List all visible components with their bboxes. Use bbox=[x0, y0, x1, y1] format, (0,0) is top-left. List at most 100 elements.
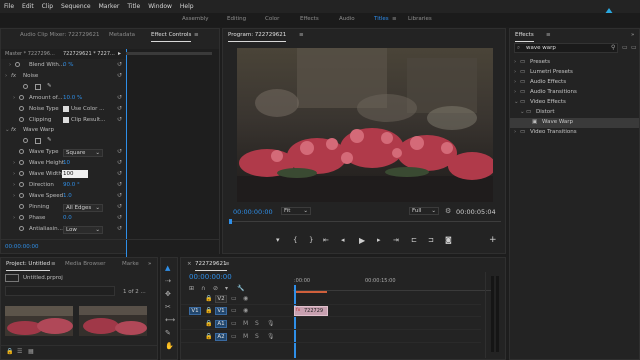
razor-tool-icon[interactable]: ✂ bbox=[165, 303, 171, 311]
fx-icon[interactable]: fx bbox=[11, 73, 16, 79]
pen-icon[interactable]: ✎ bbox=[47, 83, 52, 89]
panel-menu-icon[interactable]: ≡ bbox=[194, 29, 199, 41]
lock-icon[interactable]: 🔒 bbox=[205, 307, 212, 314]
button-editor-icon[interactable]: + bbox=[489, 235, 497, 245]
nest-icon[interactable]: ⊞ bbox=[189, 285, 194, 292]
pen-tool-icon[interactable]: ✎ bbox=[165, 329, 171, 337]
add-marker-icon[interactable]: ▾ bbox=[276, 236, 280, 244]
amount-value[interactable]: 10.0 % bbox=[63, 95, 82, 101]
tab-media-browser[interactable]: Media Browser bbox=[65, 258, 106, 270]
track-target-a1[interactable]: A1 bbox=[215, 320, 227, 328]
search-magnifier-icon[interactable]: ⚲ bbox=[611, 44, 615, 51]
video-clip[interactable]: fx 722729 bbox=[294, 306, 328, 316]
list-view-icon[interactable]: ☰ bbox=[17, 348, 22, 355]
workspace-color[interactable]: Color bbox=[265, 16, 279, 22]
extract-icon[interactable]: ⊐ bbox=[428, 236, 434, 244]
stopwatch-icon[interactable] bbox=[19, 160, 24, 166]
rect-mask-icon[interactable] bbox=[35, 84, 41, 90]
project-search-input[interactable] bbox=[5, 286, 115, 296]
tree-item-audio-transitions[interactable]: › ▭ Audio Transitions bbox=[510, 88, 639, 98]
wave-type-dropdown[interactable]: Square ⌄ bbox=[63, 149, 103, 157]
panel-menu-icon[interactable]: ≡ bbox=[546, 29, 551, 41]
program-scrub-bar[interactable] bbox=[229, 221, 501, 222]
stopwatch-icon[interactable] bbox=[19, 95, 24, 101]
checkbox-icon[interactable] bbox=[63, 117, 69, 123]
checkbox-icon[interactable] bbox=[63, 106, 69, 112]
master-label[interactable]: Master * 7227296... bbox=[5, 51, 55, 57]
wrench-icon[interactable]: 🔧 bbox=[237, 285, 244, 292]
track-target-v1[interactable]: V1 bbox=[215, 307, 227, 315]
tree-item-video-effects[interactable]: ⌄ ▭ Video Effects bbox=[510, 98, 639, 108]
yuv-effects-icon[interactable]: ▭ bbox=[631, 44, 637, 51]
lock-icon[interactable]: 🔒 bbox=[205, 333, 212, 340]
blend-value[interactable]: 0 % bbox=[63, 62, 73, 68]
menu-sequence[interactable]: Sequence bbox=[57, 0, 95, 10]
accelerated-effects-icon[interactable]: ▭ bbox=[622, 44, 628, 51]
stopwatch-icon[interactable] bbox=[19, 117, 24, 123]
reset-icon[interactable]: ↺ bbox=[117, 61, 122, 68]
source-patch-v1[interactable]: V1 bbox=[189, 307, 201, 315]
microphone-icon[interactable]: 🎙 bbox=[267, 320, 275, 327]
menu-file[interactable]: File bbox=[0, 0, 18, 10]
direction-value[interactable]: 90.0 ° bbox=[63, 182, 80, 188]
effect-timecode[interactable]: 00:00:00:00 bbox=[5, 244, 39, 250]
rect-mask-icon[interactable] bbox=[35, 138, 41, 144]
tree-item-video-transitions[interactable]: › ▭ Video Transitions bbox=[510, 128, 639, 138]
menu-clip[interactable]: Clip bbox=[38, 0, 57, 10]
lock-icon[interactable]: 🔒 bbox=[205, 320, 212, 327]
project-thumbnail-2[interactable] bbox=[79, 306, 147, 336]
ripple-edit-tool-icon[interactable]: ✥ bbox=[165, 290, 171, 298]
reset-icon[interactable]: ↺ bbox=[117, 105, 122, 112]
workspace-editing[interactable]: Editing bbox=[227, 16, 246, 22]
ellipse-mask-icon[interactable] bbox=[23, 138, 28, 144]
wave-warp-header-row[interactable]: ⌄ fx Wave Warp bbox=[1, 126, 126, 136]
wave-speed-value[interactable]: 1.0 bbox=[63, 193, 72, 199]
workspace-effects[interactable]: Effects bbox=[300, 16, 319, 22]
sync-lock-icon[interactable]: ▭ bbox=[231, 320, 237, 327]
clip-label[interactable]: 722729621 * 7227... bbox=[63, 51, 115, 57]
workspace-titles[interactable]: Titles bbox=[374, 16, 389, 22]
reset-icon[interactable]: ↺ bbox=[117, 159, 122, 166]
mute-icon[interactable]: M bbox=[243, 333, 248, 340]
lock-icon[interactable]: 🔒 bbox=[205, 295, 212, 302]
program-timecode-current[interactable]: 00:00:00:00 bbox=[233, 208, 273, 216]
go-to-out-icon[interactable]: ⇥ bbox=[393, 236, 399, 244]
reset-icon[interactable]: ↺ bbox=[117, 170, 122, 177]
timeline-timecode[interactable]: 00:00:00:00 bbox=[189, 273, 232, 281]
project-file-name[interactable]: Untitled.prproj bbox=[23, 275, 63, 281]
sync-lock-icon[interactable]: ▭ bbox=[231, 295, 237, 302]
reset-icon[interactable]: ↺ bbox=[117, 94, 122, 101]
wave-height-value[interactable]: 10 bbox=[63, 160, 70, 166]
reset-icon[interactable]: ↺ bbox=[117, 116, 122, 123]
microphone-icon[interactable]: 🎙 bbox=[267, 333, 275, 340]
effect-keyframe-area[interactable] bbox=[126, 49, 219, 259]
settings-icon[interactable]: ⚙ bbox=[445, 207, 451, 215]
reset-icon[interactable]: ↺ bbox=[117, 214, 122, 221]
stopwatch-icon[interactable] bbox=[19, 226, 24, 232]
lift-icon[interactable]: ⊏ bbox=[411, 236, 417, 244]
workspace-libraries[interactable]: Libraries bbox=[408, 16, 432, 22]
sync-lock-icon[interactable]: ▭ bbox=[231, 307, 237, 314]
sync-lock-icon[interactable]: ▭ bbox=[231, 333, 237, 340]
slip-tool-icon[interactable]: ⟷ bbox=[165, 316, 175, 324]
reset-icon[interactable]: ↺ bbox=[117, 72, 122, 79]
reset-icon[interactable]: ↺ bbox=[117, 148, 122, 155]
go-to-in-icon[interactable]: ⇤ bbox=[323, 236, 329, 244]
eye-icon[interactable]: ◉ bbox=[243, 307, 248, 314]
mark-out-icon[interactable]: } bbox=[309, 236, 313, 244]
icon-view-icon[interactable]: ▦ bbox=[28, 348, 34, 355]
reset-icon[interactable]: ↺ bbox=[117, 203, 122, 210]
program-video-frame[interactable] bbox=[237, 48, 493, 202]
tree-item-lumetri-presets[interactable]: › ▭ Lumetri Presets bbox=[510, 68, 639, 78]
phase-value[interactable]: 0.0 bbox=[63, 215, 72, 221]
tab-effect-controls[interactable]: Effect Controls bbox=[151, 29, 192, 42]
play-icon[interactable]: ▸ bbox=[118, 50, 121, 57]
menu-help[interactable]: Help bbox=[176, 0, 198, 10]
snap-icon[interactable]: ∩ bbox=[201, 285, 205, 292]
selection-tool-icon[interactable]: ▲ bbox=[165, 264, 170, 272]
antialias-dropdown[interactable]: Low ⌄ bbox=[63, 226, 103, 234]
workspace-assembly[interactable]: Assembly bbox=[182, 16, 209, 22]
tab-metadata[interactable]: Metadata bbox=[109, 29, 135, 41]
pinning-dropdown[interactable]: All Edges ⌄ bbox=[63, 204, 103, 212]
panel-menu-icon[interactable]: ≡ bbox=[225, 258, 230, 270]
